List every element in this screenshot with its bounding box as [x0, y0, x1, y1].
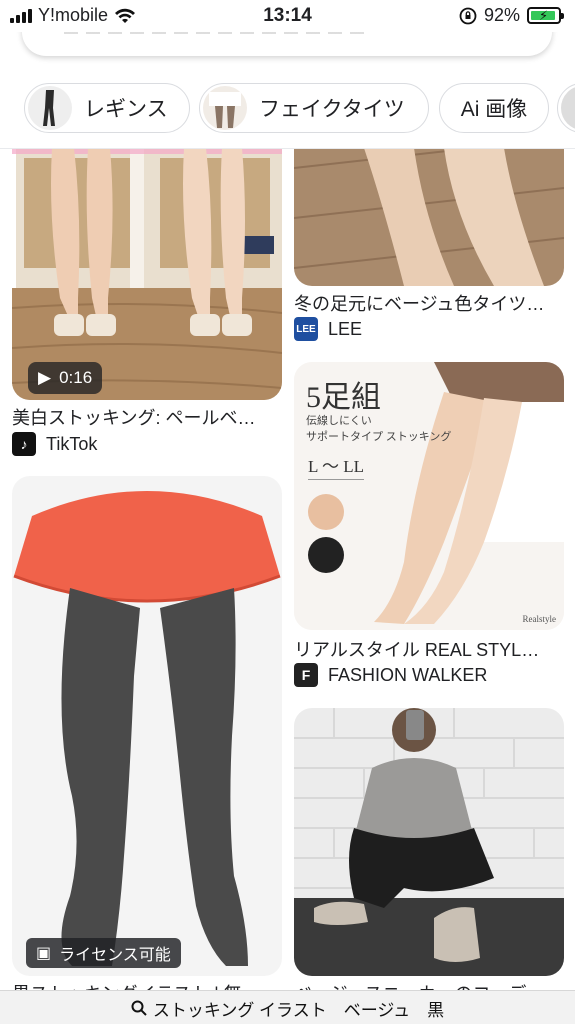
status-bar: Y!mobile 13:14 92% ⚡ — [0, 0, 575, 32]
chip-thumbnail — [28, 86, 72, 130]
chip-label: レギンス — [84, 98, 168, 121]
licensable-badge: ▣ ライセンス可能 — [26, 938, 181, 968]
overlay-text: サポートタイプ ストッキング — [306, 431, 452, 443]
overlay-heading: 5足組 — [306, 381, 381, 414]
chip-label: フェイクタイツ — [259, 98, 405, 121]
orientation-lock-icon — [459, 7, 477, 24]
play-icon: ▶ — [38, 368, 52, 387]
image-icon: ▣ — [36, 945, 52, 962]
tiktok-icon: ♪ — [12, 432, 36, 456]
bottom-search-bar[interactable]: ストッキング イラスト ベージュ 黒 — [0, 990, 575, 1024]
chip-leggings[interactable]: レギンス — [24, 83, 190, 133]
result-title[interactable]: 美白ストッキング: ペールベ… — [12, 404, 282, 430]
video-duration-badge: ▶ 0:16 — [28, 362, 103, 394]
chip-ai-image[interactable]: Ai 画像 — [439, 83, 549, 133]
divider — [0, 148, 575, 149]
result-image-black-tights-illustration[interactable] — [12, 476, 282, 976]
result-image-realstyle-stockings[interactable]: 5足組 伝線しにくい サポートタイプ ストッキング L 〜 LL Realsty… — [294, 362, 564, 630]
chip-label: Ai 画像 — [460, 98, 528, 121]
search-query: ストッキング イラスト ベージュ 黒 — [152, 1000, 445, 1020]
battery-icon: ⚡ — [527, 7, 564, 24]
battery-percent: 92% — [483, 5, 520, 25]
result-title[interactable]: 冬の足元にベージュ色タイツ… — [294, 290, 564, 316]
related-search-chips: レギンス フェイクタイツ Ai 画像 — [0, 80, 575, 142]
result-title[interactable]: リアルスタイル REAL STYL… — [294, 636, 564, 662]
result-image-beige-tights[interactable] — [294, 148, 564, 286]
result-source[interactable]: F FASHION WALKER — [294, 663, 487, 687]
result-source[interactable]: ♪ TikTok — [12, 432, 97, 456]
result-image-beige-sneakers-outfit[interactable] — [294, 708, 564, 976]
lee-icon: LEE — [294, 317, 318, 341]
overlay-text: 伝線しにくい — [306, 415, 372, 427]
chip-thumbnail — [561, 86, 575, 130]
chip-fake-tights[interactable]: フェイクタイツ — [199, 83, 429, 133]
search-icon — [131, 1000, 147, 1016]
result-source[interactable]: LEE LEE — [294, 317, 362, 341]
fashion-walker-icon: F — [294, 663, 318, 687]
chip-next-cropped[interactable] — [557, 83, 575, 133]
overlay-brand: Realstyle — [522, 614, 557, 624]
overlay-size: L 〜 LL — [308, 452, 365, 480]
chip-thumbnail — [203, 86, 247, 130]
google-image-results-page: Y!mobile 13:14 92% ⚡ レギンス フェイクタイツ Ai 画像 … — [0, 0, 575, 1024]
